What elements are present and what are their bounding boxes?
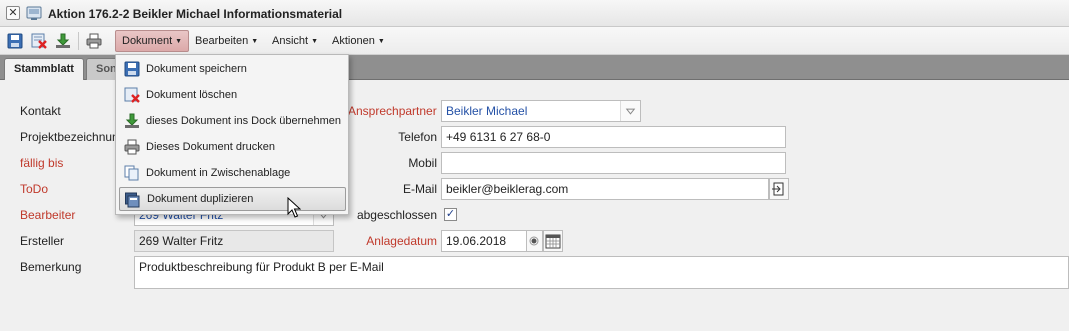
menu-item-label: dieses Dokument ins Dock übernehmen [146, 115, 342, 127]
dokument-dropdown-menu: Dokument speichern Dokument löschen dies… [115, 54, 349, 215]
chevron-down-icon[interactable] [620, 101, 640, 121]
label-projektbezeichnung: Projektbezeichnung [20, 130, 126, 144]
print-icon[interactable] [86, 33, 102, 49]
mouse-cursor-icon [287, 197, 301, 218]
send-mail-icon [772, 182, 784, 196]
anlagedatum-field[interactable]: 19.06.2018 [441, 230, 527, 252]
telefon-field[interactable]: +49 6131 6 27 68-0 [441, 126, 786, 148]
label-anlagedatum: Anlagedatum [366, 234, 437, 248]
label-faellig-bis: fällig bis [20, 156, 64, 170]
chevron-down-icon: ▼ [251, 38, 259, 45]
label-bemerkung: Bemerkung [20, 260, 82, 274]
label-email: E-Mail [402, 182, 437, 196]
dock-download-icon [125, 113, 139, 128]
label-mobil: Mobil [408, 156, 437, 170]
telefon-value: +49 6131 6 27 68-0 [446, 130, 551, 144]
window-title: Aktion 176.2-2 Beikler Michael Informati… [48, 7, 343, 21]
calendar-button[interactable] [543, 230, 563, 252]
calendar-icon [545, 234, 561, 249]
print-icon [124, 139, 140, 155]
save-icon [124, 61, 140, 77]
menu-item-in-zwischenablage[interactable]: Dokument in Zwischenablage [119, 161, 346, 185]
label-ersteller: Ersteller [20, 234, 65, 248]
menu-item-label: Dokument duplizieren [147, 193, 254, 205]
label-abgeschlossen: abgeschlossen [356, 208, 437, 222]
menu-ansicht[interactable]: Ansicht ▼ [266, 30, 324, 52]
delete-icon [124, 87, 140, 103]
menu-item-label: Dieses Dokument drucken [146, 141, 276, 153]
tab-stammblatt[interactable]: Stammblatt [4, 58, 84, 80]
toolbar: Dokument ▼ Bearbeiten ▼ Ansicht ▼ Aktionen ▼ [0, 27, 1069, 55]
label-ansprechpartner: Ansprechpartner [348, 104, 437, 118]
menu-item-dokument-loeschen[interactable]: Dokument löschen [119, 83, 346, 107]
save-icon[interactable] [7, 33, 23, 49]
menu-item-dokument-drucken[interactable]: Dieses Dokument drucken [119, 135, 346, 159]
menu-aktionen[interactable]: Aktionen ▼ [326, 30, 391, 52]
bemerkung-textarea[interactable]: Produktbeschreibung für Produkt B per E-… [134, 256, 1069, 289]
chevron-down-icon: ▼ [311, 38, 319, 45]
mobil-field[interactable] [441, 152, 786, 174]
email-value: beikler@beiklerag.com [446, 182, 569, 196]
menu-dokument[interactable]: Dokument ▼ [115, 30, 190, 52]
menu-ansicht-label: Ansicht [272, 35, 309, 47]
label-bearbeiter: Bearbeiter [20, 208, 76, 222]
label-telefon: Telefon [398, 130, 437, 144]
delete-icon[interactable] [31, 33, 47, 49]
duplicate-icon [125, 192, 140, 208]
ansprechpartner-value: Beikler Michael [446, 104, 528, 118]
chevron-down-icon: ▼ [175, 38, 183, 45]
menu-aktionen-label: Aktionen [332, 35, 375, 47]
email-send-button[interactable] [769, 178, 789, 200]
anlagedatum-value: 19.06.2018 [446, 234, 507, 248]
copy-icon [124, 165, 139, 181]
date-clear-button[interactable] [527, 230, 543, 252]
title-bar: ✕ Aktion 176.2-2 Beikler Michael Informa… [0, 0, 1069, 27]
close-window-button[interactable]: ✕ [6, 6, 20, 20]
action-icon [26, 6, 42, 20]
ersteller-value: 269 Walter Fritz [139, 234, 224, 248]
menu-item-label: Dokument speichern [146, 63, 247, 75]
menu-item-dokument-speichern[interactable]: Dokument speichern [119, 57, 346, 81]
abgeschlossen-checkbox[interactable]: ✓ [444, 208, 457, 221]
menu-item-ins-dock-uebernehmen[interactable]: dieses Dokument ins Dock übernehmen [119, 109, 346, 133]
menu-item-dokument-duplizieren[interactable]: Dokument duplizieren [119, 187, 346, 211]
label-todo: ToDo [20, 182, 49, 196]
label-kontakt: Kontakt [20, 104, 61, 118]
menu-bearbeiten[interactable]: Bearbeiten ▼ [189, 30, 264, 52]
menu-dokument-label: Dokument [122, 35, 173, 47]
ersteller-field: 269 Walter Fritz [134, 230, 334, 252]
menu-item-label: Dokument in Zwischenablage [146, 167, 291, 179]
ansprechpartner-combo[interactable]: Beikler Michael [441, 100, 641, 122]
clear-dot-icon [529, 236, 539, 246]
menu-item-label: Dokument löschen [146, 89, 238, 101]
email-field[interactable]: beikler@beiklerag.com [441, 178, 769, 200]
chevron-down-icon: ▼ [377, 38, 385, 45]
dock-download-icon[interactable] [55, 33, 71, 49]
menu-bearbeiten-label: Bearbeiten [195, 35, 249, 47]
bemerkung-value: Produktbeschreibung für Produkt B per E-… [139, 260, 384, 274]
toolbar-separator [78, 32, 79, 50]
